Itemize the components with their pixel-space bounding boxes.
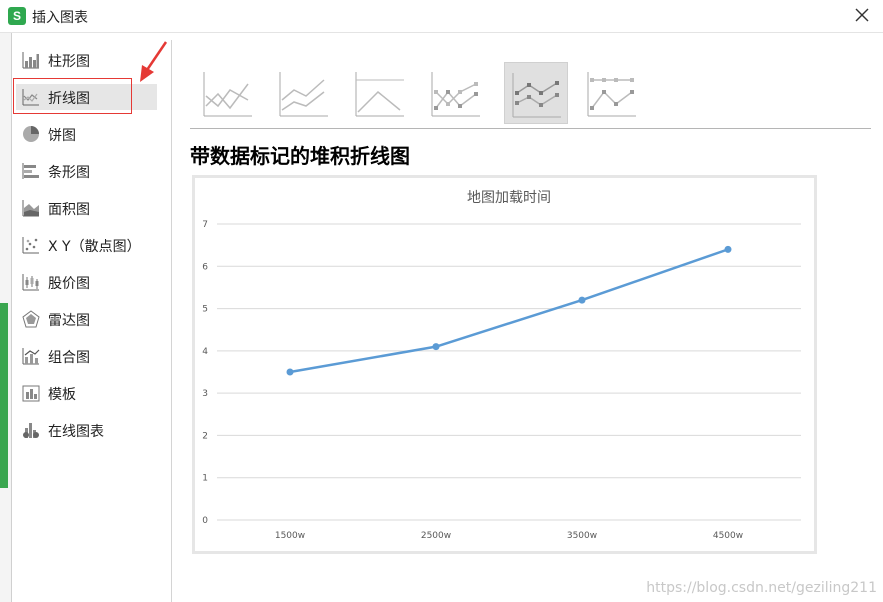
sidebar-item-label: 模板 (48, 387, 76, 403)
stock-chart-icon (22, 274, 39, 291)
sidebar-item-area[interactable]: 面积图 (16, 195, 157, 221)
sidebar-item-label: 饼图 (48, 128, 76, 144)
close-button[interactable] (851, 4, 873, 26)
sidebar-item-label: 条形图 (48, 165, 90, 181)
online-chart-icon (23, 423, 39, 438)
bar-chart-icon (22, 52, 39, 69)
sidebar-item-scatter[interactable]: X Y（散点图） (16, 232, 157, 258)
sidebar-item-label: X Y（散点图） (48, 239, 141, 255)
series-line (289, 248, 729, 374)
background-spreadsheet-edge (0, 33, 12, 602)
chart-svg: 地图加载时间 0 1 2 3 4 5 6 7 1500w 2500w 3500w 4500w (202, 190, 801, 541)
divider (190, 128, 871, 129)
line-subtype-icon (203, 72, 252, 117)
sidebar-item-horizontal-bar[interactable]: 条形图 (16, 158, 157, 184)
sidebar-item-online-chart[interactable]: 在线图表 (16, 417, 157, 443)
y-tick-label: 7 (202, 220, 208, 230)
chart-type-sidebar: 柱形图 折线图 饼图 条形图 面积图 X Y（散点图） 股价图 雷达图 组合图 … (12, 40, 172, 602)
preview-title: 带数据标记的堆积折线图 (190, 144, 410, 168)
line-subtype-3[interactable] (348, 62, 412, 124)
horizontal-bar-chart-icon (22, 163, 39, 179)
sidebar-item-label: 组合图 (48, 350, 90, 366)
line-subtype-icon (355, 72, 404, 117)
data-point (724, 245, 732, 253)
data-point (578, 296, 586, 304)
chart-title: 地图加载时间 (467, 190, 551, 206)
line-subtype-1[interactable] (196, 62, 260, 124)
sidebar-item-radar[interactable]: 雷达图 (16, 306, 157, 332)
area-chart-icon (22, 200, 39, 217)
sidebar-item-template[interactable]: 模板 (16, 380, 157, 406)
annotation-arrow-icon (140, 41, 168, 82)
template-icon (22, 385, 40, 402)
line-subtype-icon (587, 72, 636, 117)
data-point (432, 343, 440, 351)
line-subtype-icon (512, 73, 561, 118)
y-tick-label: 4 (202, 347, 208, 357)
chart-preview: 地图加载时间 0 1 2 3 4 5 6 7 1500w 2500w 3500w 4500w (192, 175, 817, 554)
sidebar-item-label: 雷达图 (48, 313, 90, 329)
line-subtype-icon (431, 72, 480, 117)
x-tick-label: 4500w (713, 531, 743, 541)
sidebar-item-label: 柱形图 (48, 54, 90, 70)
line-subtype-6[interactable] (580, 62, 644, 124)
x-tick-label: 3500w (567, 531, 597, 541)
y-tick-label: 1 (202, 474, 208, 484)
sidebar-item-stock[interactable]: 股价图 (16, 269, 157, 295)
close-icon (855, 8, 869, 22)
radar-chart-icon (22, 310, 40, 328)
sidebar-item-pie[interactable]: 饼图 (16, 121, 157, 147)
scatter-chart-icon (22, 237, 39, 254)
y-tick-label: 0 (202, 516, 208, 526)
sidebar-item-label: 股价图 (48, 276, 90, 292)
y-tick-label: 3 (202, 389, 208, 399)
y-tick-label: 6 (202, 262, 208, 272)
x-tick-label: 2500w (421, 531, 451, 541)
sidebar-item-label: 在线图表 (48, 424, 104, 440)
y-tick-label: 5 (202, 305, 208, 315)
y-tick-label: 2 (202, 431, 208, 441)
pie-chart-icon (23, 126, 39, 142)
sidebar-item-label: 面积图 (48, 202, 90, 218)
line-subtype-5[interactable] (504, 62, 568, 124)
sidebar-item-combo[interactable]: 组合图 (16, 343, 157, 369)
combo-chart-icon (22, 348, 40, 365)
x-tick-label: 1500w (275, 531, 305, 541)
line-subtype-4[interactable] (424, 62, 488, 124)
background-green-bar (0, 303, 8, 488)
app-logo-icon: S (8, 7, 26, 25)
chart-subtype-gallery (196, 60, 656, 124)
watermark: https://blog.csdn.net/geziling211 (646, 580, 877, 596)
line-subtype-2[interactable] (272, 62, 336, 124)
data-point (286, 368, 294, 376)
dialog-titlebar: S 插入图表 (0, 0, 883, 33)
annotation-highlight-box (13, 78, 132, 114)
line-subtype-icon (279, 72, 328, 117)
dialog-title: 插入图表 (32, 10, 88, 26)
